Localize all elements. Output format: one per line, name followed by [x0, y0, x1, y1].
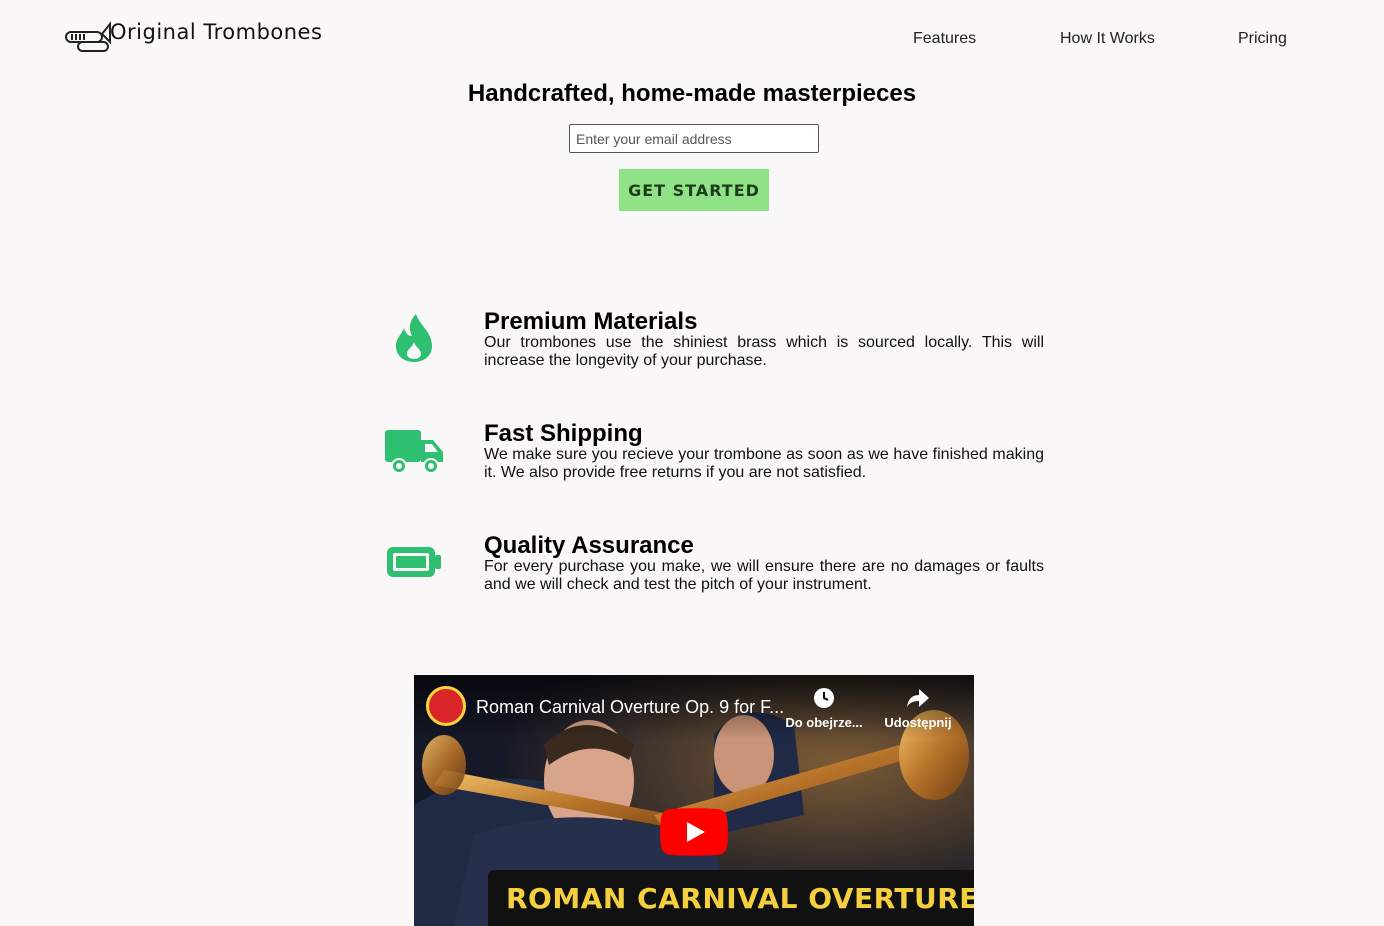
trombone-icon: [65, 21, 111, 52]
feature-quality-assurance: Quality Assurance For every purchase you…: [380, 532, 1050, 622]
brand-logo[interactable]: Original Trombones: [64, 18, 322, 56]
brand-name: Original Trombones: [110, 20, 323, 44]
video-top-bar: Roman Carnival Overture Op. 9 for F... D…: [414, 675, 974, 739]
video-banner: ROMAN CARNIVAL OVERTURE: [488, 870, 974, 926]
feature-fast-shipping: Fast Shipping We make sure you recieve y…: [380, 420, 1050, 510]
hero-title: Handcrafted, home-made masterpieces: [467, 80, 917, 107]
site-header: Original Trombones Features How It Works…: [0, 0, 1384, 70]
get-started-button[interactable]: GET STARTED: [619, 169, 769, 211]
watch-later-label: Do obejrze...: [785, 715, 863, 730]
nav-link-pricing[interactable]: Pricing: [1238, 30, 1287, 48]
nav-link-features[interactable]: Features: [913, 30, 976, 48]
fire-icon: [380, 308, 448, 368]
feature-title: Fast Shipping: [484, 420, 643, 447]
nav-link-how-it-works[interactable]: How It Works: [1060, 30, 1155, 48]
clock-icon: [814, 688, 834, 708]
share-icon: [907, 689, 929, 707]
youtube-video-embed[interactable]: Roman Carnival Overture Op. 9 for F... D…: [414, 675, 974, 926]
truck-icon: [380, 420, 448, 480]
feature-premium-materials: Premium Materials Our trombones use the …: [380, 308, 1050, 398]
watch-later-button[interactable]: Do obejrze...: [784, 687, 864, 730]
video-banner-text: ROMAN CARNIVAL OVERTURE: [506, 882, 974, 915]
share-button[interactable]: Udostępnij: [882, 687, 954, 730]
email-input[interactable]: [569, 124, 819, 153]
share-label: Udostępnij: [884, 715, 952, 730]
video-title[interactable]: Roman Carnival Overture Op. 9 for F...: [476, 697, 784, 718]
channel-avatar[interactable]: [426, 686, 466, 726]
battery-icon: [380, 532, 448, 592]
feature-title: Premium Materials: [484, 308, 698, 335]
play-button[interactable]: [660, 808, 728, 856]
feature-description: Our trombones use the shiniest brass whi…: [484, 334, 1044, 369]
feature-description: We make sure you recieve your trombone a…: [484, 446, 1044, 481]
feature-description: For every purchase you make, we will ens…: [484, 558, 1044, 593]
feature-title: Quality Assurance: [484, 532, 694, 559]
